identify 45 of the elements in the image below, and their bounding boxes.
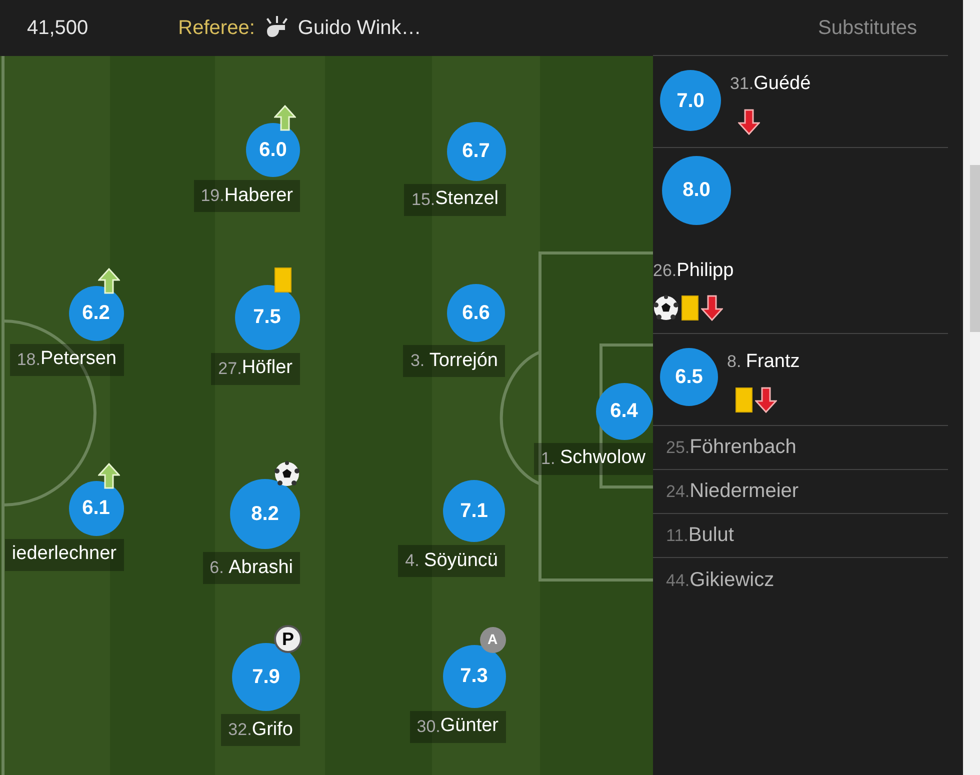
shirt-number: 19. xyxy=(200,185,224,208)
panel-title: Substitutes xyxy=(818,16,917,40)
player-name: Guédé xyxy=(754,72,811,96)
player-name: Höfler xyxy=(242,356,292,380)
player-name: Niedermeier xyxy=(690,479,799,504)
shirt-number: 6. xyxy=(210,557,225,580)
referee-label: Referee: xyxy=(178,16,255,41)
player-name: Torrejón xyxy=(429,348,498,373)
rating-badge: 6.4 xyxy=(596,382,652,440)
player-name: Stenzel xyxy=(435,187,498,212)
shirt-number: 15. xyxy=(411,188,436,211)
referee-name: Guido Wink… xyxy=(298,16,422,41)
player-name: Philipp xyxy=(676,258,734,282)
scrollbar[interactable] xyxy=(963,0,980,775)
shirt-number: 30. xyxy=(416,716,440,738)
player-name: Föhrenbach xyxy=(690,435,796,460)
shirt-number: 11. xyxy=(666,525,688,547)
rating-badge: 8.0 xyxy=(662,156,731,224)
player-name: Gikiewicz xyxy=(690,568,774,592)
shirt-number: 27. xyxy=(218,358,242,380)
player-name: Haberer xyxy=(224,184,293,208)
shirt-number: 24. xyxy=(666,481,690,503)
player-name: Günter xyxy=(440,714,498,738)
shirt-number: 3. xyxy=(410,350,426,372)
player-name: Abrashi xyxy=(228,556,293,580)
shirt-number: 4. xyxy=(405,550,420,572)
attendance: 41,500 xyxy=(27,16,88,41)
shirt-number: 44. xyxy=(666,570,690,592)
player-name: Schwolow xyxy=(560,446,646,470)
player-name: Bulut xyxy=(688,523,734,548)
player-name: Frantz xyxy=(746,350,800,374)
shirt-number: 32. xyxy=(228,719,252,742)
rating-badge: 6.5 xyxy=(660,348,718,406)
player-name: Söyüncü xyxy=(424,548,498,573)
scrollbar-thumb[interactable] xyxy=(970,165,980,332)
shirt-number: 18. xyxy=(16,348,40,371)
shirt-number: 26. xyxy=(653,260,677,282)
player-name: Grifo xyxy=(252,718,293,742)
player-name: Petersen xyxy=(40,347,116,372)
shirt-number: 25. xyxy=(666,437,690,459)
rating-badge: 7.0 xyxy=(660,70,721,131)
player-name: iederlechner xyxy=(12,542,116,566)
shirt-number: 1. xyxy=(541,448,556,470)
shirt-number: 31. xyxy=(730,73,754,95)
shirt-number: 8. xyxy=(727,351,742,373)
